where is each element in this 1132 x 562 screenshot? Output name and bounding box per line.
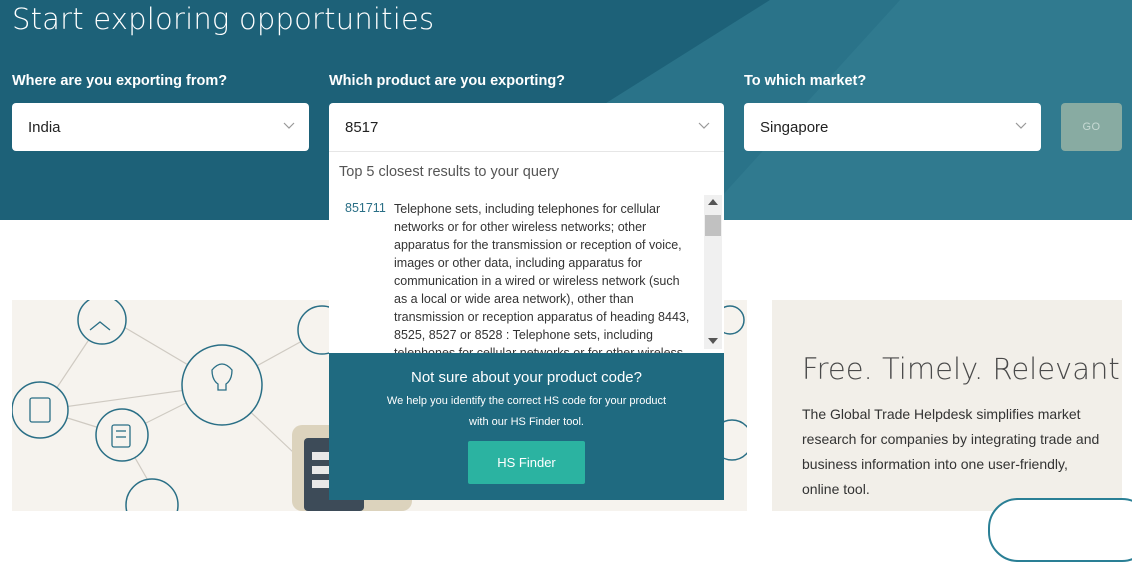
origin-value: India xyxy=(28,118,61,136)
results-scrollbar[interactable] xyxy=(704,195,722,349)
result-code[interactable]: 851711 xyxy=(345,201,386,215)
scrollbar-thumb[interactable] xyxy=(705,215,721,236)
helper-title: Not sure about your product code? xyxy=(411,369,642,386)
go-button[interactable]: GO xyxy=(1061,103,1122,151)
scroll-down-arrow-icon[interactable] xyxy=(708,338,718,344)
scroll-up-arrow-icon[interactable] xyxy=(708,199,718,205)
helper-text: We help you identify the correct HS code… xyxy=(386,395,667,428)
origin-select[interactable]: India xyxy=(12,103,309,151)
market-select[interactable]: Singapore xyxy=(744,103,1041,151)
product-results-dropdown: Top 5 closest results to your query 8517… xyxy=(329,151,724,354)
product-input[interactable]: 8517 xyxy=(329,103,724,151)
results-heading: Top 5 closest results to your query xyxy=(339,164,560,180)
results-list[interactable]: 851711 Telephone sets, including telepho… xyxy=(329,195,723,354)
chevron-down-icon xyxy=(1015,122,1027,129)
chevron-down-icon xyxy=(698,122,710,129)
product-label: Which product are you exporting? xyxy=(329,73,566,89)
info-body: The Global Trade Helpdesk simplifies mar… xyxy=(802,406,1100,497)
chat-widget-edge[interactable] xyxy=(988,498,1132,562)
chevron-down-icon xyxy=(283,122,295,129)
page-title: Start exploring opportunities xyxy=(12,2,435,36)
info-heading: Free. Timely. Relevant. xyxy=(802,352,1122,386)
info-panel: Free. Timely. Relevant. The Global Trade… xyxy=(772,300,1122,511)
product-value: 8517 xyxy=(345,118,379,136)
market-label: To which market? xyxy=(744,73,867,89)
origin-label: Where are you exporting from? xyxy=(12,73,228,89)
market-value: Singapore xyxy=(760,118,829,136)
hs-finder-helper: Not sure about your product code? We hel… xyxy=(329,353,724,500)
result-description[interactable]: Telephone sets, including telephones for… xyxy=(394,200,694,354)
hs-finder-button[interactable]: HS Finder xyxy=(468,441,585,484)
